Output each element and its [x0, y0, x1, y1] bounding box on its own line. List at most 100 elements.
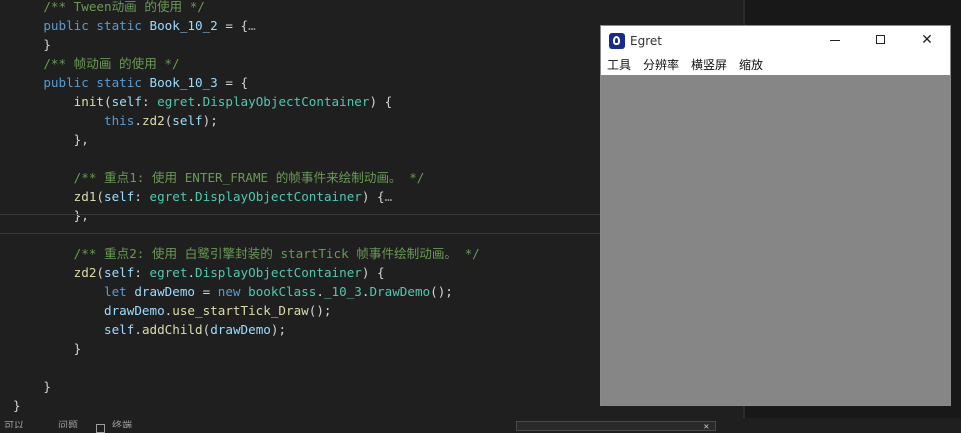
menu-resolution[interactable]: 分辨率	[643, 58, 679, 73]
window-titlebar[interactable]: Egret ✕	[601, 26, 950, 56]
panel-checkbox[interactable]	[96, 424, 105, 433]
code-token: (	[104, 94, 112, 109]
code-line: this.zd2(self);	[13, 111, 218, 130]
code-token: /** 重点1: 使用 ENTER_FRAME 的帧事件来绘制动画。 */	[73, 170, 425, 185]
code-token: self	[104, 322, 135, 337]
code-line: /** 重点2: 使用 白鹭引擎封装的 startTick 帧事件绘制动画。 *…	[13, 244, 480, 263]
code-token: self	[104, 189, 135, 204]
code-token: );	[202, 113, 218, 128]
code-line: public static Book_10_3 = {	[13, 73, 248, 92]
code-token: static	[96, 75, 150, 90]
code-token: public	[43, 18, 97, 33]
close-button[interactable]: ✕	[904, 26, 950, 56]
code-token: },	[13, 132, 89, 147]
code-token: drawDemo	[104, 303, 165, 318]
code-token: zd1	[73, 189, 97, 204]
code-token: bookClass	[248, 284, 317, 299]
code-token: }	[13, 37, 51, 52]
menu-zoom[interactable]: 缩放	[739, 58, 763, 73]
code-token: (	[96, 265, 105, 280]
code-token: }	[13, 341, 82, 356]
fold-ellipsis[interactable]: …	[385, 189, 393, 204]
code-line: }	[13, 396, 21, 415]
code-token: }	[13, 379, 51, 394]
bottom-tab-1[interactable]: 可以	[4, 422, 24, 429]
menu-orientation[interactable]: 横竖屏	[691, 58, 727, 73]
code-token: .	[316, 284, 324, 299]
code-line: }	[13, 35, 51, 54]
code-token: Book_10_3	[149, 75, 218, 90]
code-line: /** Tween动画 的使用 */	[13, 0, 205, 16]
code-token: zd2	[73, 265, 97, 280]
minimize-icon	[830, 40, 840, 41]
game-canvas[interactable]	[601, 75, 950, 405]
egret-logo-icon	[609, 33, 625, 49]
code-line: }	[13, 377, 51, 396]
code-token: = {	[217, 75, 249, 90]
bottom-tab-2[interactable]: 问题	[58, 422, 78, 429]
code-token: Book_10_2	[149, 18, 218, 33]
code-token: ();	[430, 284, 453, 299]
code-line: public static Book_10_2 = {…	[13, 16, 256, 35]
code-token: drawDemo	[134, 284, 196, 299]
fold-ellipsis[interactable]: …	[248, 18, 256, 33]
code-token: self	[104, 265, 135, 280]
code-token: self	[172, 113, 203, 128]
code-token: ) {	[361, 189, 385, 204]
code-line: }	[13, 339, 82, 358]
code-token: zd2	[141, 113, 165, 128]
code-token: DisplayObjectContainer	[195, 189, 362, 204]
code-token: public	[43, 75, 97, 90]
code-token: DisplayObjectContainer	[195, 265, 362, 280]
code-token: static	[96, 18, 150, 33]
code-token: );	[270, 322, 287, 337]
code-token: init	[73, 94, 105, 109]
close-icon[interactable]: ✕	[704, 422, 709, 432]
code-line: self.addChild(drawDemo);	[13, 320, 286, 339]
menu-tools[interactable]: 工具	[607, 58, 631, 73]
code-token: (	[96, 189, 105, 204]
dropdown-box[interactable]: ✕	[516, 421, 716, 432]
code-token: drawDemo	[210, 322, 271, 337]
code-token: this	[104, 113, 135, 128]
code-token: self	[111, 94, 142, 109]
code-line: zd1(self: egret.DisplayObjectContainer) …	[13, 187, 393, 206]
code-line: drawDemo.use_startTick_Draw();	[13, 301, 332, 320]
minimize-button[interactable]	[812, 26, 858, 56]
code-token: .	[195, 94, 203, 109]
code-line: let drawDemo = new bookClass._10_3.DrawD…	[13, 282, 453, 301]
code-line: /** 重点1: 使用 ENTER_FRAME 的帧事件来绘制动画。 */	[13, 168, 425, 187]
code-token: DisplayObjectContainer	[202, 94, 370, 109]
code-token: DrawDemo	[369, 284, 431, 299]
code-token: egret	[149, 189, 188, 204]
code-line: init(self: egret.DisplayObjectContainer)…	[13, 92, 393, 111]
code-token: egret	[149, 265, 188, 280]
code-token: ();	[308, 303, 332, 318]
code-token: = {	[217, 18, 249, 33]
code-token: :	[134, 189, 150, 204]
code-token: /** 重点2: 使用 白鹭引擎封装的 startTick 帧事件绘制动画。 *…	[73, 246, 480, 261]
maximize-button[interactable]	[858, 26, 904, 56]
code-token: use_startTick_Draw	[172, 303, 309, 318]
code-token: :	[141, 94, 158, 109]
bottom-tab-3[interactable]: 终端	[112, 422, 132, 429]
code-token: .	[187, 265, 196, 280]
code-token: .	[134, 113, 142, 128]
code-token: =	[195, 284, 218, 299]
code-token: let	[104, 284, 135, 299]
code-line: /** 帧动画 的使用 */	[13, 54, 180, 73]
window-menubar: 工具 分辨率 横竖屏 缩放	[601, 56, 950, 76]
code-token: /** 帧动画 的使用 */	[43, 56, 180, 71]
code-token: new	[217, 284, 249, 299]
